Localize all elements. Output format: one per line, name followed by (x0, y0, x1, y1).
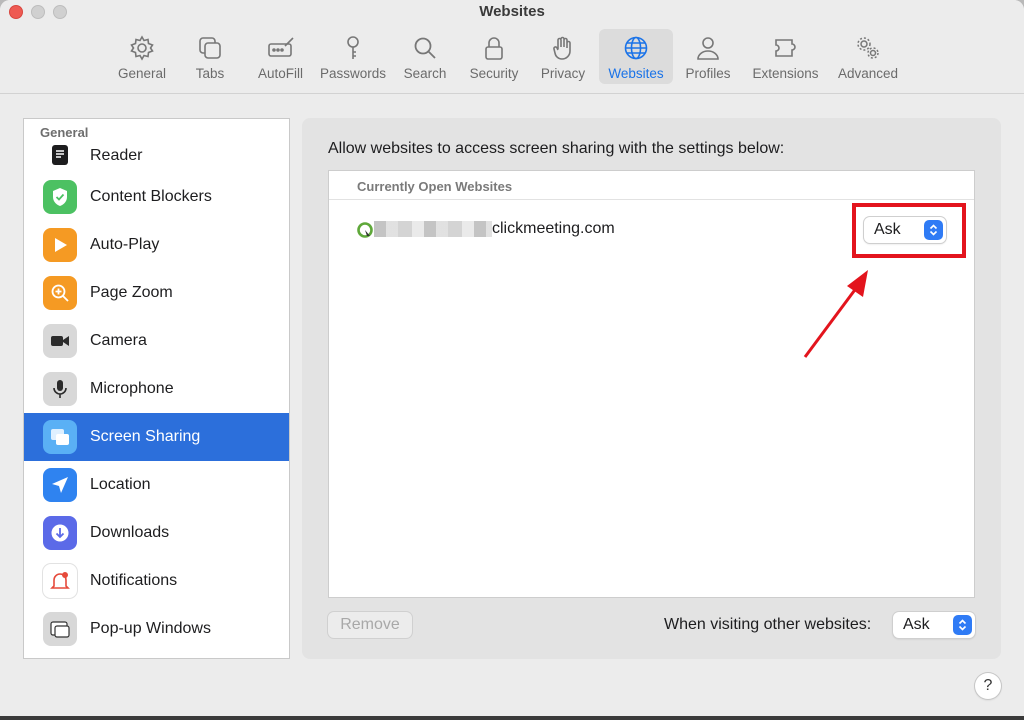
tab-label: Extensions (752, 66, 819, 81)
zoom-icon (43, 276, 77, 310)
settings-sidebar: General Reader Content Blockers Auto-Pla… (23, 118, 290, 659)
gear-icon (130, 35, 154, 61)
tab-security[interactable]: Security (461, 29, 527, 84)
lock-icon (485, 37, 503, 60)
puzzle-icon (774, 39, 796, 57)
popup-windows-icon (43, 612, 77, 646)
tab-label: Profiles (685, 66, 731, 81)
tab-advanced[interactable]: Advanced (828, 29, 908, 84)
desktop-strip (0, 716, 1024, 720)
sidebar-item-reader[interactable]: Reader (24, 139, 289, 173)
settings-pane: Allow websites to access screen sharing … (302, 118, 1001, 659)
tab-label: AutoFill (257, 66, 303, 81)
bell-icon (43, 564, 77, 598)
tab-search[interactable]: Search (389, 29, 461, 84)
redacted-subdomain (374, 221, 492, 237)
sidebar-item-label: Microphone (90, 380, 174, 397)
websites-table: Currently Open Websites clickmeeting.com… (328, 170, 975, 598)
sidebar-item-label: Notifications (90, 572, 178, 589)
play-icon (43, 228, 77, 262)
tab-passwords[interactable]: Passwords (317, 29, 389, 84)
camera-icon (43, 324, 77, 358)
sidebar-item-label: Reader (90, 147, 143, 164)
globe-icon (624, 36, 648, 60)
preferences-window: Websites General Tabs AutoFill Passwords… (0, 0, 1024, 716)
tab-label: Search (403, 66, 447, 81)
table-section-header: Currently Open Websites (329, 171, 974, 200)
tab-label: General (117, 66, 167, 81)
sidebar-item-content-blockers[interactable]: Content Blockers (24, 173, 289, 221)
tab-label: Advanced (837, 66, 899, 81)
annotation-highlight-box (852, 203, 966, 258)
tab-profiles[interactable]: Profiles (673, 29, 743, 84)
help-button[interactable]: ? (975, 673, 1001, 699)
sidebar-item-label: Camera (90, 332, 147, 349)
sidebar-item-page-zoom[interactable]: Page Zoom (24, 269, 289, 317)
sidebar-item-label: Pop-up Windows (90, 620, 211, 637)
site-favicon-icon (357, 222, 373, 238)
key-icon (347, 36, 359, 59)
sidebar-item-label: Screen Sharing (90, 428, 201, 445)
select-value: Ask (903, 616, 930, 633)
remove-button[interactable]: Remove (328, 612, 412, 638)
shield-check-icon (43, 180, 77, 214)
microphone-icon (43, 372, 77, 406)
reader-icon (43, 139, 77, 173)
sidebar-item-location[interactable]: Location (24, 461, 289, 509)
tab-autofill[interactable]: AutoFill (244, 29, 317, 84)
sidebar-item-label: Page Zoom (90, 284, 173, 301)
preferences-tabs: General Tabs AutoFill Passwords Search S… (108, 29, 908, 84)
site-domain: clickmeeting.com (492, 220, 615, 237)
pane-description: Allow websites to access screen sharing … (328, 140, 785, 157)
sidebar-item-popup-windows[interactable]: Pop-up Windows (24, 605, 289, 653)
download-icon (43, 516, 77, 550)
tab-websites[interactable]: Websites (599, 29, 673, 84)
annotation-arrow-icon (803, 270, 868, 358)
tabs-icon (199, 37, 221, 59)
tab-privacy[interactable]: Privacy (527, 29, 599, 84)
chevron-up-down-icon (953, 615, 972, 635)
sidebar-item-label: Content Blockers (90, 188, 212, 205)
autofill-icon (267, 37, 294, 57)
tab-extensions[interactable]: Extensions (743, 29, 828, 84)
sidebar-item-downloads[interactable]: Downloads (24, 509, 289, 557)
sidebar-item-microphone[interactable]: Microphone (24, 365, 289, 413)
sidebar-item-auto-play[interactable]: Auto-Play (24, 221, 289, 269)
tab-label: Passwords (319, 66, 387, 81)
tab-label: Tabs (195, 66, 225, 81)
hand-icon (553, 36, 571, 60)
search-icon (414, 37, 436, 59)
sidebar-item-camera[interactable]: Camera (24, 317, 289, 365)
tab-label: Websites (608, 66, 664, 81)
other-websites-label: When visiting other websites: (664, 616, 872, 633)
window-title: Websites (479, 3, 545, 20)
tab-general[interactable]: General (108, 29, 176, 84)
tab-tabs[interactable]: Tabs (176, 29, 244, 84)
gears-icon (857, 37, 879, 59)
sidebar-item-label: Location (90, 476, 151, 493)
sidebar-item-label: Auto-Play (90, 236, 160, 253)
screen-sharing-icon (43, 420, 77, 454)
sidebar-item-label: Downloads (90, 524, 170, 541)
other-websites-select[interactable]: Ask (893, 612, 975, 638)
toolbar: Websites General Tabs AutoFill Passwords… (0, 0, 1024, 94)
location-arrow-icon (43, 468, 77, 502)
tab-label: Security (469, 66, 519, 81)
person-icon (697, 37, 719, 60)
tab-label: Privacy (540, 66, 586, 81)
sidebar-item-screen-sharing[interactable]: Screen Sharing (24, 413, 289, 461)
sidebar-item-notifications[interactable]: Notifications (24, 557, 289, 605)
